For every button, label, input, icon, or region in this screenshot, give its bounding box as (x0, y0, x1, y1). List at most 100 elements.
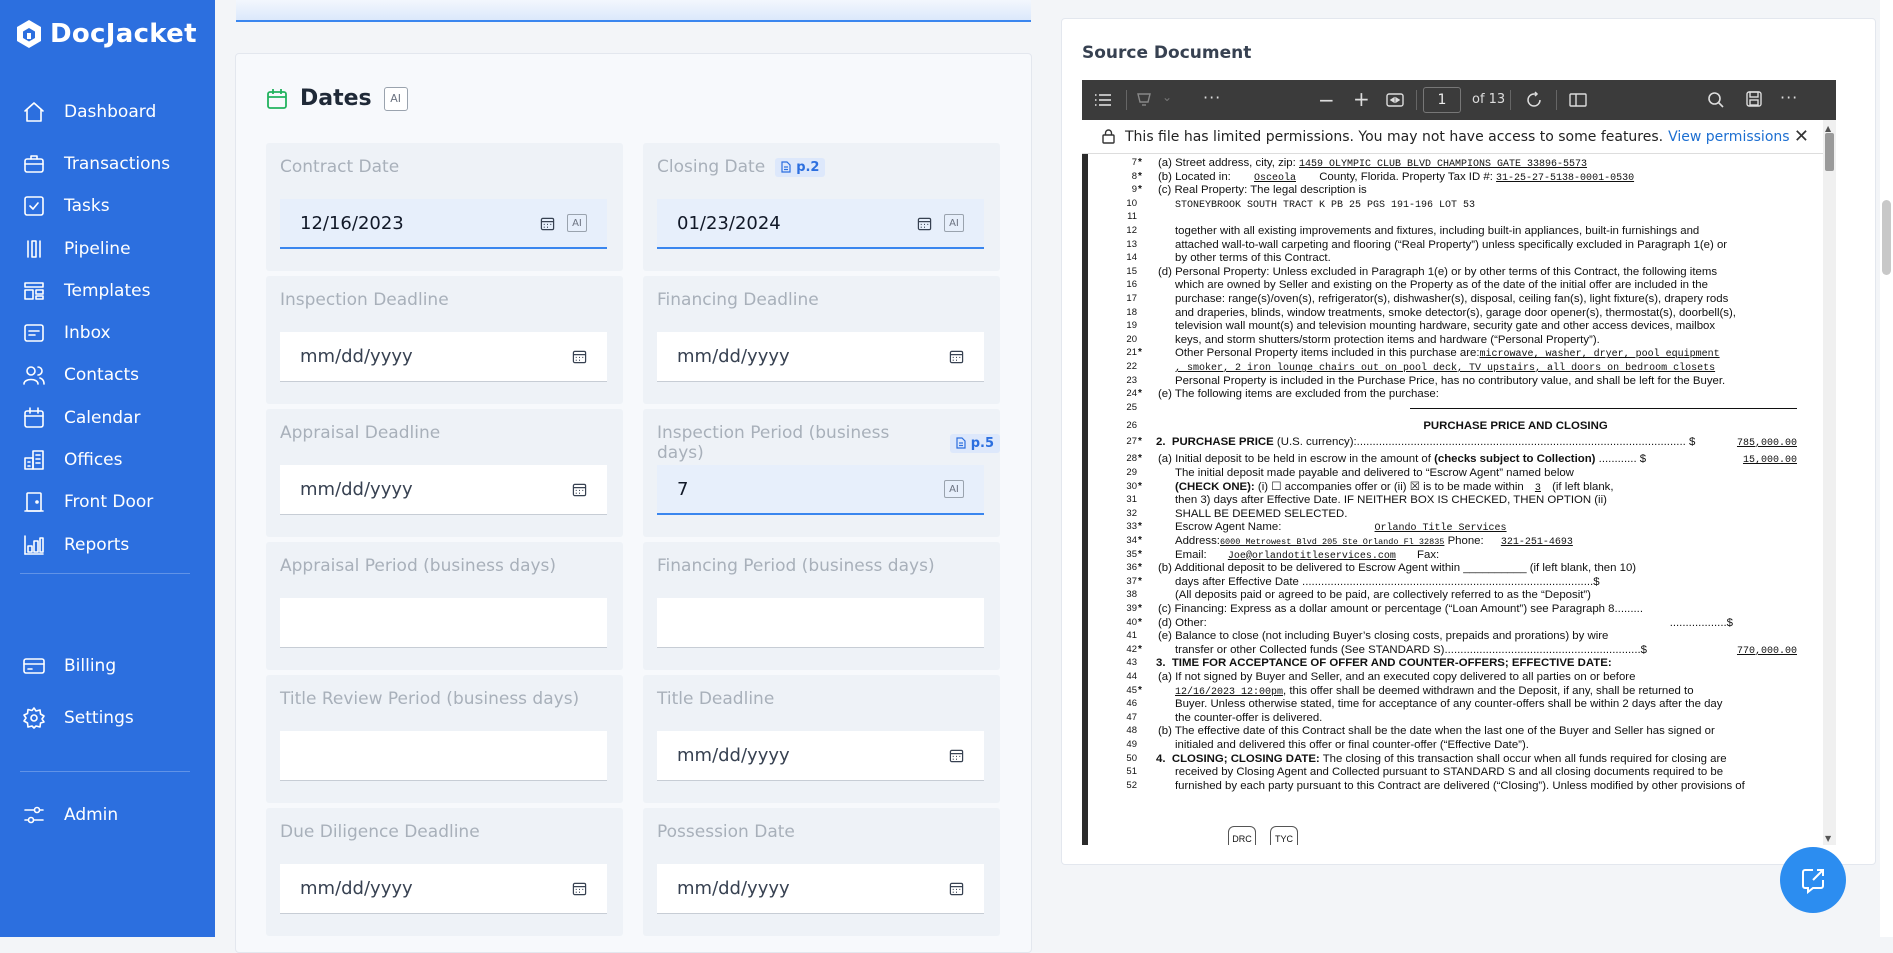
line-number: 10 (1126, 197, 1137, 209)
view-permissions-link[interactable]: View permissions (1668, 129, 1789, 145)
calendar-picker-icon[interactable] (540, 216, 555, 231)
doc-line: 24 * (e) The following items are excluded … (1088, 387, 1823, 401)
page-reference-badge[interactable]: p.2 (775, 157, 826, 177)
line-star: * (1138, 435, 1142, 447)
list-icon[interactable] (1094, 92, 1112, 108)
calendar-picker-icon[interactable] (572, 349, 587, 364)
line-number: 26 (1126, 419, 1137, 431)
field-input[interactable]: mm/dd/yyyy (657, 332, 984, 382)
line-number: 17 (1126, 293, 1137, 304)
line-number: 33 (1126, 521, 1137, 533)
page-scrollbar-thumb[interactable] (1882, 200, 1891, 275)
toolbar-divider (1126, 90, 1127, 110)
search-icon[interactable] (1707, 91, 1725, 109)
sidebar-item-billing[interactable]: Billing (0, 640, 215, 691)
doc-line: 11 (1088, 210, 1823, 224)
zoom-out-icon[interactable]: − (1318, 88, 1335, 112)
field-input[interactable]: mm/dd/yyyy (657, 864, 984, 914)
line-number: 30 (1126, 480, 1137, 492)
contacts-icon (23, 365, 45, 385)
line-number: 31 (1126, 494, 1137, 506)
sidebar-item-label: Tasks (64, 195, 110, 216)
calendar-picker-icon[interactable] (949, 748, 964, 763)
calendar-picker-icon[interactable] (917, 216, 932, 231)
field-input[interactable]: 7 AI (657, 465, 984, 515)
doc-l7-value: 1459 OLYMPIC CLUB BLVD CHAMPIONS GATE 33… (1298, 159, 1588, 170)
field-input[interactable]: mm/dd/yyyy (280, 864, 607, 914)
line-number: 35 (1126, 548, 1137, 560)
line-star: * (1138, 521, 1142, 533)
field-appraisal-deadline: Appraisal Deadline mm/dd/yyyy (266, 409, 623, 537)
field-title-deadline: Title Deadline mm/dd/yyyy (643, 675, 1000, 803)
field-input[interactable] (280, 731, 607, 781)
field-label-row: Financing Deadline (657, 290, 819, 310)
more-options-icon[interactable]: ··· (1780, 88, 1798, 107)
pdf-scrollbar[interactable]: ▲ ▼ (1823, 120, 1836, 845)
calendar-picker-icon[interactable] (572, 482, 587, 497)
field-input[interactable] (280, 598, 607, 648)
line-number: 51 (1126, 766, 1137, 778)
app-logo[interactable]: DocJacket (16, 17, 197, 51)
toolbar-divider (1416, 90, 1417, 110)
line-star: * (1138, 157, 1142, 168)
highlighter-icon[interactable] (1136, 92, 1154, 108)
page-view-icon[interactable] (1569, 92, 1587, 108)
doc-heading: PURCHASE PRICE AND CLOSING (1423, 419, 1608, 432)
chat-icon (1802, 869, 1824, 894)
more-icon[interactable]: ··· (1203, 88, 1221, 107)
sidebar-item-dashboard[interactable]: Dashboard (0, 86, 215, 137)
field-value: 7 (677, 478, 689, 500)
doc-l10: STONEYBROOK SOUTH TRACT K PB 25 PGS 191-… (1175, 199, 1476, 211)
chat-button[interactable] (1780, 847, 1846, 913)
page-total: of 13 (1472, 92, 1506, 107)
doc-l23: Personal Property is included in the Pur… (1175, 374, 1726, 387)
doc-l33-label: Escrow Agent Name: (1175, 521, 1282, 534)
line-star: * (1138, 480, 1142, 492)
page-scrollbar[interactable] (1880, 0, 1893, 937)
field-input[interactable]: mm/dd/yyyy (657, 731, 984, 781)
line-number: 23 (1126, 374, 1137, 386)
field-input[interactable] (657, 598, 984, 648)
doc-l35-label: Email: (1175, 548, 1207, 561)
doc-l18: and draperies, blinds, window treatments… (1175, 306, 1736, 319)
doc-l8-tax: 31-25-27-5138-0001-0530 (1496, 172, 1635, 184)
doc-l35-fax: Fax: (1417, 548, 1440, 561)
field-input[interactable]: mm/dd/yyyy (280, 465, 607, 515)
field-input[interactable]: mm/dd/yyyy (280, 332, 607, 382)
ai-value-badge[interactable]: AI (567, 214, 587, 232)
field-input[interactable]: 01/23/2024 AI (657, 199, 984, 249)
ai-value-badge[interactable]: AI (944, 214, 964, 232)
sidebar-item-settings[interactable]: Settings (0, 692, 215, 743)
doc-l27-label: PURCHASE PRICE (1171, 435, 1274, 448)
fit-width-icon[interactable] (1386, 92, 1404, 108)
sidebar-item-admin[interactable]: Admin (0, 789, 215, 840)
line-number: 40 (1126, 616, 1137, 628)
sidebar-item-label: Calendar (64, 407, 141, 428)
zoom-in-icon[interactable]: + (1353, 87, 1370, 111)
initials-box: DRC (1228, 826, 1256, 845)
field-value: 12/16/2023 (300, 212, 404, 234)
rotate-icon[interactable] (1525, 91, 1543, 109)
doc-line: 12 together with all existing improvement… (1088, 224, 1823, 238)
lock-icon (1102, 129, 1115, 144)
close-icon[interactable]: ✕ (1794, 126, 1809, 147)
ai-extract-button[interactable]: AI (383, 86, 408, 111)
page-reference-badge[interactable]: p.5 (949, 433, 1000, 453)
sidebar-item-reports[interactable]: Reports (0, 519, 215, 570)
doc-l52: furnished by each party pursuant to this… (1175, 779, 1745, 792)
calendar-picker-icon[interactable] (949, 881, 964, 896)
ai-value-badge[interactable]: AI (944, 480, 964, 498)
field-label-row: Appraisal Deadline (280, 423, 440, 443)
document-icon (781, 161, 791, 173)
calendar-picker-icon[interactable] (949, 349, 964, 364)
field-input[interactable]: 12/16/2023 AI (280, 199, 607, 249)
save-icon[interactable] (1746, 91, 1762, 107)
chevron-down-icon[interactable]: ⌄ (1162, 90, 1172, 104)
sidebar-item-label: Dashboard (64, 101, 157, 122)
calendar-picker-icon[interactable] (572, 881, 587, 896)
doc-line: 21 * Other Personal Property items include… (1088, 346, 1823, 360)
doc-line: 30 * (CHECK ONE): (i) ☐ accompanies offer … (1088, 480, 1823, 494)
field-title-review-period-business-days: Title Review Period (business days) (266, 675, 623, 803)
field-placeholder: mm/dd/yyyy (300, 346, 413, 367)
page-number-input[interactable]: 1 (1423, 87, 1461, 113)
